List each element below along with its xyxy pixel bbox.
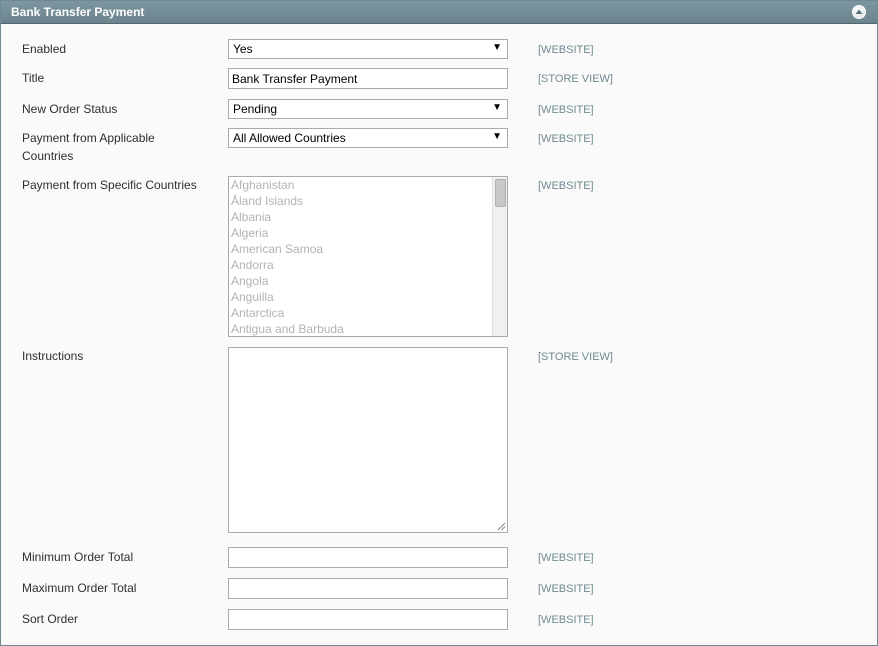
instructions-scope: [STORE VIEW] — [538, 351, 613, 363]
scroll-thumb[interactable] — [495, 179, 506, 207]
new-order-status-scope: [WEBSITE] — [538, 104, 594, 116]
country-option[interactable]: Afghanistan — [231, 177, 344, 193]
country-option[interactable]: Anguilla — [231, 289, 344, 305]
country-option-list: Afghanistan Åland Islands Albania Algeri… — [231, 177, 344, 336]
title-scope: [STORE VIEW] — [538, 73, 613, 85]
enabled-label: Enabled — [22, 42, 67, 56]
specific-countries-label: Payment from Specific Countries — [22, 178, 197, 192]
multiselect-scrollbar[interactable] — [492, 177, 507, 336]
country-option[interactable]: Antigua and Barbuda — [231, 321, 344, 336]
sort-order-input[interactable] — [228, 609, 508, 630]
panel-title: Bank Transfer Payment — [11, 5, 145, 19]
panel-header[interactable]: Bank Transfer Payment — [1, 1, 877, 24]
country-option[interactable]: Andorra — [231, 257, 344, 273]
country-option[interactable]: Algeria — [231, 225, 344, 241]
enabled-scope: [WEBSITE] — [538, 44, 594, 56]
country-option[interactable]: Albania — [231, 209, 344, 225]
chevron-up-icon — [855, 9, 863, 14]
new-order-status-select[interactable]: Pending ▼ — [228, 99, 508, 119]
applicable-countries-select[interactable]: All Allowed Countries ▼ — [228, 128, 508, 148]
specific-countries-multiselect[interactable]: Afghanistan Åland Islands Albania Algeri… — [228, 176, 508, 337]
applicable-countries-label-line2: Countries — [22, 149, 74, 163]
applicable-countries-label-line1: Payment from Applicable — [22, 131, 155, 145]
instructions-textarea[interactable] — [228, 347, 508, 533]
min-order-total-scope: [WEBSITE] — [538, 552, 594, 564]
resize-grip-icon[interactable] — [497, 522, 506, 531]
dropdown-arrow-icon: ▼ — [492, 131, 502, 142]
max-order-total-scope: [WEBSITE] — [538, 583, 594, 595]
instructions-label: Instructions — [22, 349, 84, 363]
enabled-select-value: Yes — [233, 42, 253, 56]
enabled-select[interactable]: Yes ▼ — [228, 39, 508, 59]
collapse-button[interactable] — [852, 5, 866, 19]
max-order-total-label: Maximum Order Total — [22, 581, 137, 595]
title-input[interactable]: Bank Transfer Payment — [228, 68, 508, 89]
sort-order-scope: [WEBSITE] — [538, 614, 594, 626]
country-option[interactable]: American Samoa — [231, 241, 344, 257]
country-option[interactable]: Åland Islands — [231, 193, 344, 209]
applicable-countries-value: All Allowed Countries — [233, 131, 346, 145]
sort-order-label: Sort Order — [22, 612, 79, 626]
payment-method-panel: Bank Transfer Payment Enabled Yes ▼ [WEB… — [0, 0, 878, 646]
max-order-total-input[interactable] — [228, 578, 508, 599]
min-order-total-input[interactable] — [228, 547, 508, 568]
title-input-value: Bank Transfer Payment — [232, 72, 358, 86]
country-option[interactable]: Antarctica — [231, 305, 344, 321]
country-option[interactable]: Angola — [231, 273, 344, 289]
dropdown-arrow-icon: ▼ — [492, 42, 502, 53]
new-order-status-label: New Order Status — [22, 102, 118, 116]
applicable-countries-scope: [WEBSITE] — [538, 133, 594, 145]
title-label: Title — [22, 71, 45, 85]
dropdown-arrow-icon: ▼ — [492, 102, 502, 113]
specific-countries-scope: [WEBSITE] — [538, 180, 594, 192]
new-order-status-value: Pending — [233, 102, 278, 116]
min-order-total-label: Minimum Order Total — [22, 550, 134, 564]
